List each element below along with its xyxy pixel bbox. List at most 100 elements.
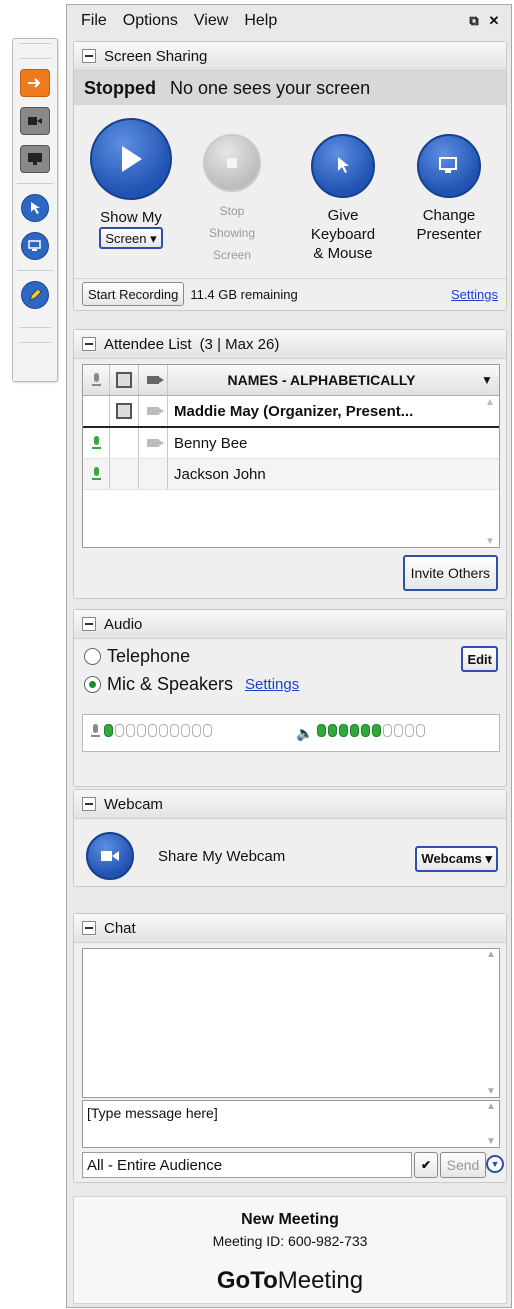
keyboard-mouse-icon[interactable] bbox=[21, 194, 49, 222]
menu-help[interactable]: Help bbox=[244, 12, 277, 30]
screen-sharing-header[interactable]: Screen Sharing bbox=[74, 42, 506, 71]
meter-segment bbox=[339, 724, 349, 737]
cam-column-icon[interactable] bbox=[139, 365, 168, 395]
gotomeeting-logo: GoToMeeting bbox=[74, 1267, 506, 1295]
screen-sharing-panel: Screen Sharing Stopped No one sees your … bbox=[73, 41, 507, 311]
send-button[interactable]: Send bbox=[440, 1152, 486, 1178]
scroll-down-icon[interactable]: ▼ bbox=[486, 1086, 496, 1097]
meter-segment bbox=[126, 724, 135, 737]
toolbar-grip[interactable] bbox=[19, 43, 51, 59]
audience-value: All - Entire Audience bbox=[87, 1156, 223, 1174]
give-label-3: & Mouse bbox=[313, 245, 373, 262]
mic-level-icon bbox=[91, 723, 100, 743]
attendee-row[interactable]: Maddie May (Organizer, Present... bbox=[83, 396, 499, 428]
attendee-row[interactable]: Benny Bee bbox=[83, 428, 499, 459]
audio-title: Audio bbox=[104, 615, 143, 633]
invite-others-button[interactable]: Invite Others bbox=[402, 555, 498, 591]
telephone-option[interactable]: Telephone bbox=[84, 646, 190, 667]
webcam-title: Webcam bbox=[104, 795, 163, 813]
collapse-icon[interactable] bbox=[82, 49, 96, 63]
collapse-icon[interactable] bbox=[82, 337, 96, 351]
audio-header[interactable]: Audio bbox=[74, 610, 506, 639]
meeting-name: New Meeting bbox=[241, 1211, 339, 1228]
mic-speakers-radio[interactable] bbox=[84, 676, 101, 693]
attendee-scrollbar[interactable]: ▲ ▼ bbox=[481, 397, 499, 547]
menu-view[interactable]: View bbox=[194, 12, 228, 30]
meter-segment bbox=[203, 724, 212, 737]
speaker-level-icon: 🔈 bbox=[296, 724, 314, 741]
scroll-down-icon[interactable]: ▼ bbox=[485, 536, 495, 547]
audio-settings-link[interactable]: Settings bbox=[245, 676, 299, 693]
scroll-up-icon[interactable]: ▲ bbox=[486, 949, 496, 960]
sort-chevron-down-icon[interactable]: ▼ bbox=[475, 373, 499, 387]
webcam-toggle-icon[interactable] bbox=[20, 107, 50, 135]
meter-segment bbox=[372, 724, 382, 737]
collapse-icon[interactable] bbox=[82, 617, 96, 631]
mic-speakers-label: Mic & Speakers bbox=[107, 674, 234, 694]
recording-settings-link[interactable]: Settings bbox=[451, 287, 498, 302]
collapse-arrow-icon[interactable] bbox=[20, 69, 50, 97]
input-scrollbar[interactable]: ▲ ▼ bbox=[483, 1101, 499, 1147]
telephone-label: Telephone bbox=[107, 646, 191, 666]
stop-showing-control: Stop Showing Screen bbox=[192, 134, 272, 266]
start-recording-button[interactable]: Start Recording bbox=[82, 282, 185, 306]
chat-header[interactable]: Chat bbox=[74, 914, 506, 943]
recording-bar: Start Recording 11.4 GB remaining Settin… bbox=[74, 278, 506, 309]
control-panel-window: File Options View Help ⧉ ✕ Screen Sharin… bbox=[66, 4, 512, 1308]
meter-segment bbox=[317, 724, 327, 737]
telephone-radio[interactable] bbox=[84, 648, 101, 665]
webcam-share-icon[interactable] bbox=[86, 832, 134, 880]
give-label-2: Keyboard bbox=[310, 226, 376, 243]
collapse-icon[interactable] bbox=[82, 797, 96, 811]
screen-column-icon[interactable] bbox=[110, 365, 139, 395]
play-icon[interactable] bbox=[90, 118, 172, 200]
audio-edit-button[interactable]: Edit bbox=[461, 646, 498, 672]
show-my-screen-control: Show My Screen ▾ bbox=[86, 118, 176, 249]
meter-segment bbox=[405, 724, 415, 737]
stop-icon bbox=[203, 134, 261, 192]
scroll-up-icon[interactable]: ▲ bbox=[485, 397, 495, 408]
attendee-grid-header: NAMES - ALPHABETICALLY ▼ bbox=[83, 365, 499, 396]
webcam-off-icon bbox=[139, 428, 168, 458]
meter-segment bbox=[148, 724, 157, 737]
audience-chevron-down-icon[interactable]: ✔ bbox=[414, 1152, 438, 1178]
mic-column-icon[interactable] bbox=[83, 365, 110, 395]
attendee-list-title: Attendee List bbox=[104, 335, 192, 353]
webcams-dropdown[interactable]: Webcams ▾ bbox=[415, 846, 498, 872]
screen-dropdown[interactable]: Screen ▾ bbox=[99, 227, 163, 249]
status-text: No one sees your screen bbox=[170, 77, 371, 98]
restore-icon[interactable]: ⧉ bbox=[467, 13, 481, 28]
meeting-info-footer: New Meeting Meeting ID: 600-982-733 GoTo… bbox=[73, 1196, 507, 1304]
collapse-icon[interactable] bbox=[82, 921, 96, 935]
chat-history[interactable]: ▲ ▼ bbox=[82, 948, 500, 1098]
cursor-icon[interactable] bbox=[311, 134, 375, 198]
change-presenter-icon[interactable] bbox=[21, 232, 49, 260]
logo-rest: Meeting bbox=[277, 1267, 364, 1294]
logo-bold: GoTo bbox=[216, 1267, 278, 1294]
audience-select[interactable]: All - Entire Audience bbox=[82, 1152, 412, 1178]
sort-header[interactable]: NAMES - ALPHABETICALLY bbox=[168, 372, 475, 388]
chat-scrollbar[interactable]: ▲ ▼ bbox=[483, 949, 499, 1097]
screen-share-toggle-icon[interactable] bbox=[20, 145, 50, 173]
menu-options[interactable]: Options bbox=[123, 12, 178, 30]
stop-label-2: Showing bbox=[208, 226, 256, 240]
scroll-up-icon[interactable]: ▲ bbox=[486, 1101, 496, 1112]
share-webcam-label[interactable]: Share My Webcam bbox=[158, 848, 285, 865]
meter-segment bbox=[350, 724, 360, 737]
menu-file[interactable]: File bbox=[81, 12, 107, 30]
attendee-row[interactable]: Jackson John bbox=[83, 459, 499, 490]
attendee-name: Benny Bee bbox=[174, 434, 248, 452]
scroll-down-icon[interactable]: ▼ bbox=[486, 1136, 496, 1147]
mic-speakers-option[interactable]: Mic & Speakers Settings bbox=[84, 674, 299, 695]
sharing-status: Stopped No one sees your screen bbox=[74, 71, 506, 105]
attendee-list-header[interactable]: Attendee List (3 | Max 26) bbox=[74, 330, 506, 359]
chat-options-chevron-icon[interactable]: ▼ bbox=[486, 1155, 504, 1173]
meter-segment bbox=[328, 724, 338, 737]
drawing-tools-icon[interactable] bbox=[21, 281, 49, 309]
chat-message-input[interactable]: [Type message here] ▲ ▼ bbox=[82, 1100, 500, 1148]
meter-segment bbox=[181, 724, 190, 737]
close-icon[interactable]: ✕ bbox=[487, 13, 501, 28]
webcam-header[interactable]: Webcam bbox=[74, 790, 506, 819]
toolbar-grip-bottom[interactable] bbox=[19, 327, 51, 343]
presenter-icon[interactable] bbox=[417, 134, 481, 198]
